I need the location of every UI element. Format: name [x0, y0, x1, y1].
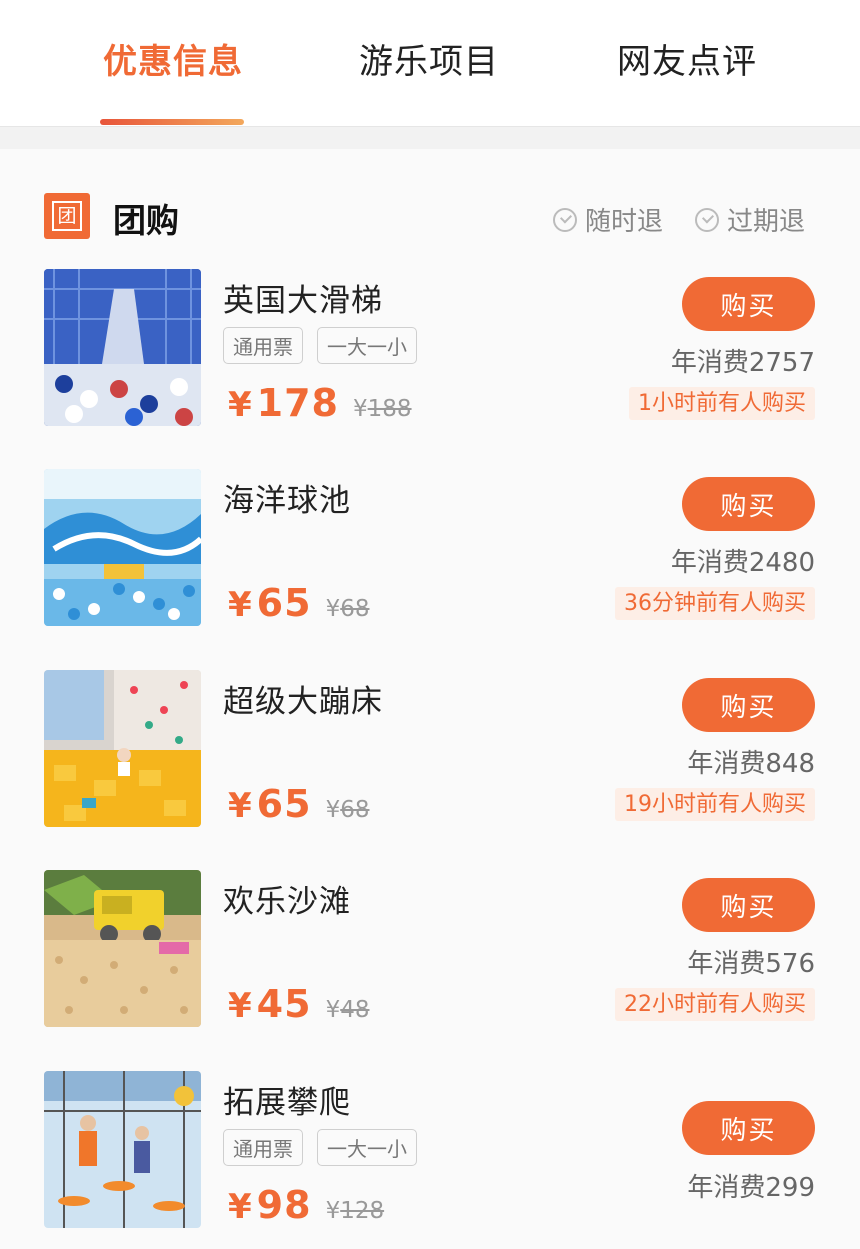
buy-button[interactable]: 购买	[682, 878, 815, 932]
price-block: ¥65 ¥68	[228, 782, 369, 826]
current-price: ¥45	[228, 982, 312, 1026]
price-block: ¥45 ¥48	[228, 982, 369, 1026]
original-price: ¥188	[353, 396, 412, 422]
yen-symbol: ¥	[228, 786, 253, 826]
divider-band	[0, 127, 860, 149]
original-price: ¥48	[326, 997, 370, 1023]
deal-title: 英国大滑梯	[223, 283, 383, 319]
current-price-value: 98	[256, 1183, 312, 1227]
deal-title: 拓展攀爬	[223, 1085, 351, 1121]
price-block: ¥178 ¥188	[228, 381, 412, 425]
group-buy-icon-label: 团	[52, 201, 82, 231]
original-price-value: 128	[340, 1198, 385, 1224]
check-circle-icon	[553, 207, 577, 232]
climbing-photo[interactable]	[44, 1071, 201, 1228]
deal-item[interactable]: 英国大滑梯 通用票 一大一小 ¥178 ¥188 购买 年消费2757 1小时前…	[0, 269, 860, 469]
group-buy-header: 团 团购 随时退 过期退	[0, 149, 860, 254]
original-price-value: 48	[340, 997, 370, 1023]
yen-symbol: ¥	[325, 596, 341, 622]
yen-symbol: ¥	[228, 585, 253, 625]
ball-pool-photo[interactable]	[44, 469, 201, 626]
recent-purchase-badge: 22小时前有人购买	[615, 988, 815, 1021]
annual-sales: 年消费2757	[670, 348, 815, 378]
original-price: ¥128	[326, 1198, 385, 1224]
policy-label: 过期退	[727, 207, 806, 237]
group-buy-icon: 团	[44, 193, 90, 239]
deal-tags: 通用票 一大一小	[223, 1129, 417, 1166]
annual-sales: 年消费576	[687, 949, 815, 979]
deal-title: 超级大蹦床	[223, 684, 383, 720]
price-block: ¥65 ¥68	[228, 581, 369, 625]
current-price: ¥98	[228, 1183, 312, 1227]
recent-purchase-badge: 1小时前有人购买	[629, 387, 815, 420]
tab-attractions[interactable]: 游乐项目	[359, 34, 499, 83]
annual-sales: 年消费848	[687, 749, 815, 779]
price-block: ¥98 ¥128	[228, 1183, 384, 1227]
active-tab-indicator	[100, 119, 244, 125]
deal-item[interactable]: 海洋球池 ¥65 ¥68 购买 年消费2480 36分钟前有人购买	[0, 469, 860, 669]
buy-button[interactable]: 购买	[682, 678, 815, 732]
deal-tags: 通用票 一大一小	[223, 327, 417, 364]
deal-title: 海洋球池	[223, 483, 351, 519]
check-circle-icon	[695, 207, 719, 232]
yen-symbol: ¥	[325, 997, 341, 1023]
current-price-value: 178	[256, 381, 339, 425]
current-price: ¥65	[228, 782, 312, 826]
yen-symbol: ¥	[325, 797, 341, 823]
policy-refund-expired: 过期退	[695, 201, 805, 238]
policy-label: 随时退	[585, 207, 664, 237]
yen-symbol: ¥	[353, 396, 368, 422]
yen-symbol: ¥	[325, 1198, 341, 1224]
deal-item[interactable]: 欢乐沙滩 ¥45 ¥48 购买 年消费576 22小时前有人购买	[0, 870, 860, 1070]
ticket-tag: 通用票	[223, 1129, 303, 1166]
recent-purchase-badge: 19小时前有人购买	[615, 788, 815, 821]
tab-deals[interactable]: 优惠信息	[103, 34, 243, 83]
policy-refund-anytime: 随时退	[553, 201, 663, 238]
buy-button[interactable]: 购买	[682, 277, 815, 331]
buy-button[interactable]: 购买	[682, 1101, 815, 1155]
yen-symbol: ¥	[228, 1187, 253, 1227]
tab-bar: 优惠信息 游乐项目 网友点评	[0, 0, 860, 127]
ticket-tag: 一大一小	[317, 327, 417, 364]
yen-symbol: ¥	[228, 385, 253, 425]
original-price: ¥68	[326, 596, 370, 622]
annual-sales: 年消费299	[687, 1173, 815, 1203]
original-price-value: 188	[367, 396, 412, 422]
deal-item[interactable]: 拓展攀爬 通用票 一大一小 ¥98 ¥128 购买 年消费299	[0, 1071, 860, 1249]
annual-sales: 年消费2480	[670, 548, 815, 578]
current-price-value: 45	[256, 982, 312, 1026]
current-price: ¥65	[228, 581, 312, 625]
current-price-value: 65	[256, 581, 312, 625]
original-price-value: 68	[340, 797, 370, 823]
current-price: ¥178	[228, 381, 339, 425]
buy-button[interactable]: 购买	[682, 477, 815, 531]
yen-symbol: ¥	[228, 986, 253, 1026]
original-price-value: 68	[340, 596, 370, 622]
sand-beach-photo[interactable]	[44, 870, 201, 1027]
deal-title: 欢乐沙滩	[223, 884, 351, 920]
original-price: ¥68	[326, 797, 370, 823]
trampoline-photo[interactable]	[44, 670, 201, 827]
slide-photo[interactable]	[44, 269, 201, 426]
ticket-tag: 通用票	[223, 327, 303, 364]
current-price-value: 65	[256, 782, 312, 826]
tab-reviews[interactable]: 网友点评	[617, 34, 757, 83]
ticket-tag: 一大一小	[317, 1129, 417, 1166]
deal-item[interactable]: 超级大蹦床 ¥65 ¥68 购买 年消费848 19小时前有人购买	[0, 670, 860, 870]
section-title: 团购	[113, 201, 179, 240]
recent-purchase-badge: 36分钟前有人购买	[615, 587, 815, 620]
